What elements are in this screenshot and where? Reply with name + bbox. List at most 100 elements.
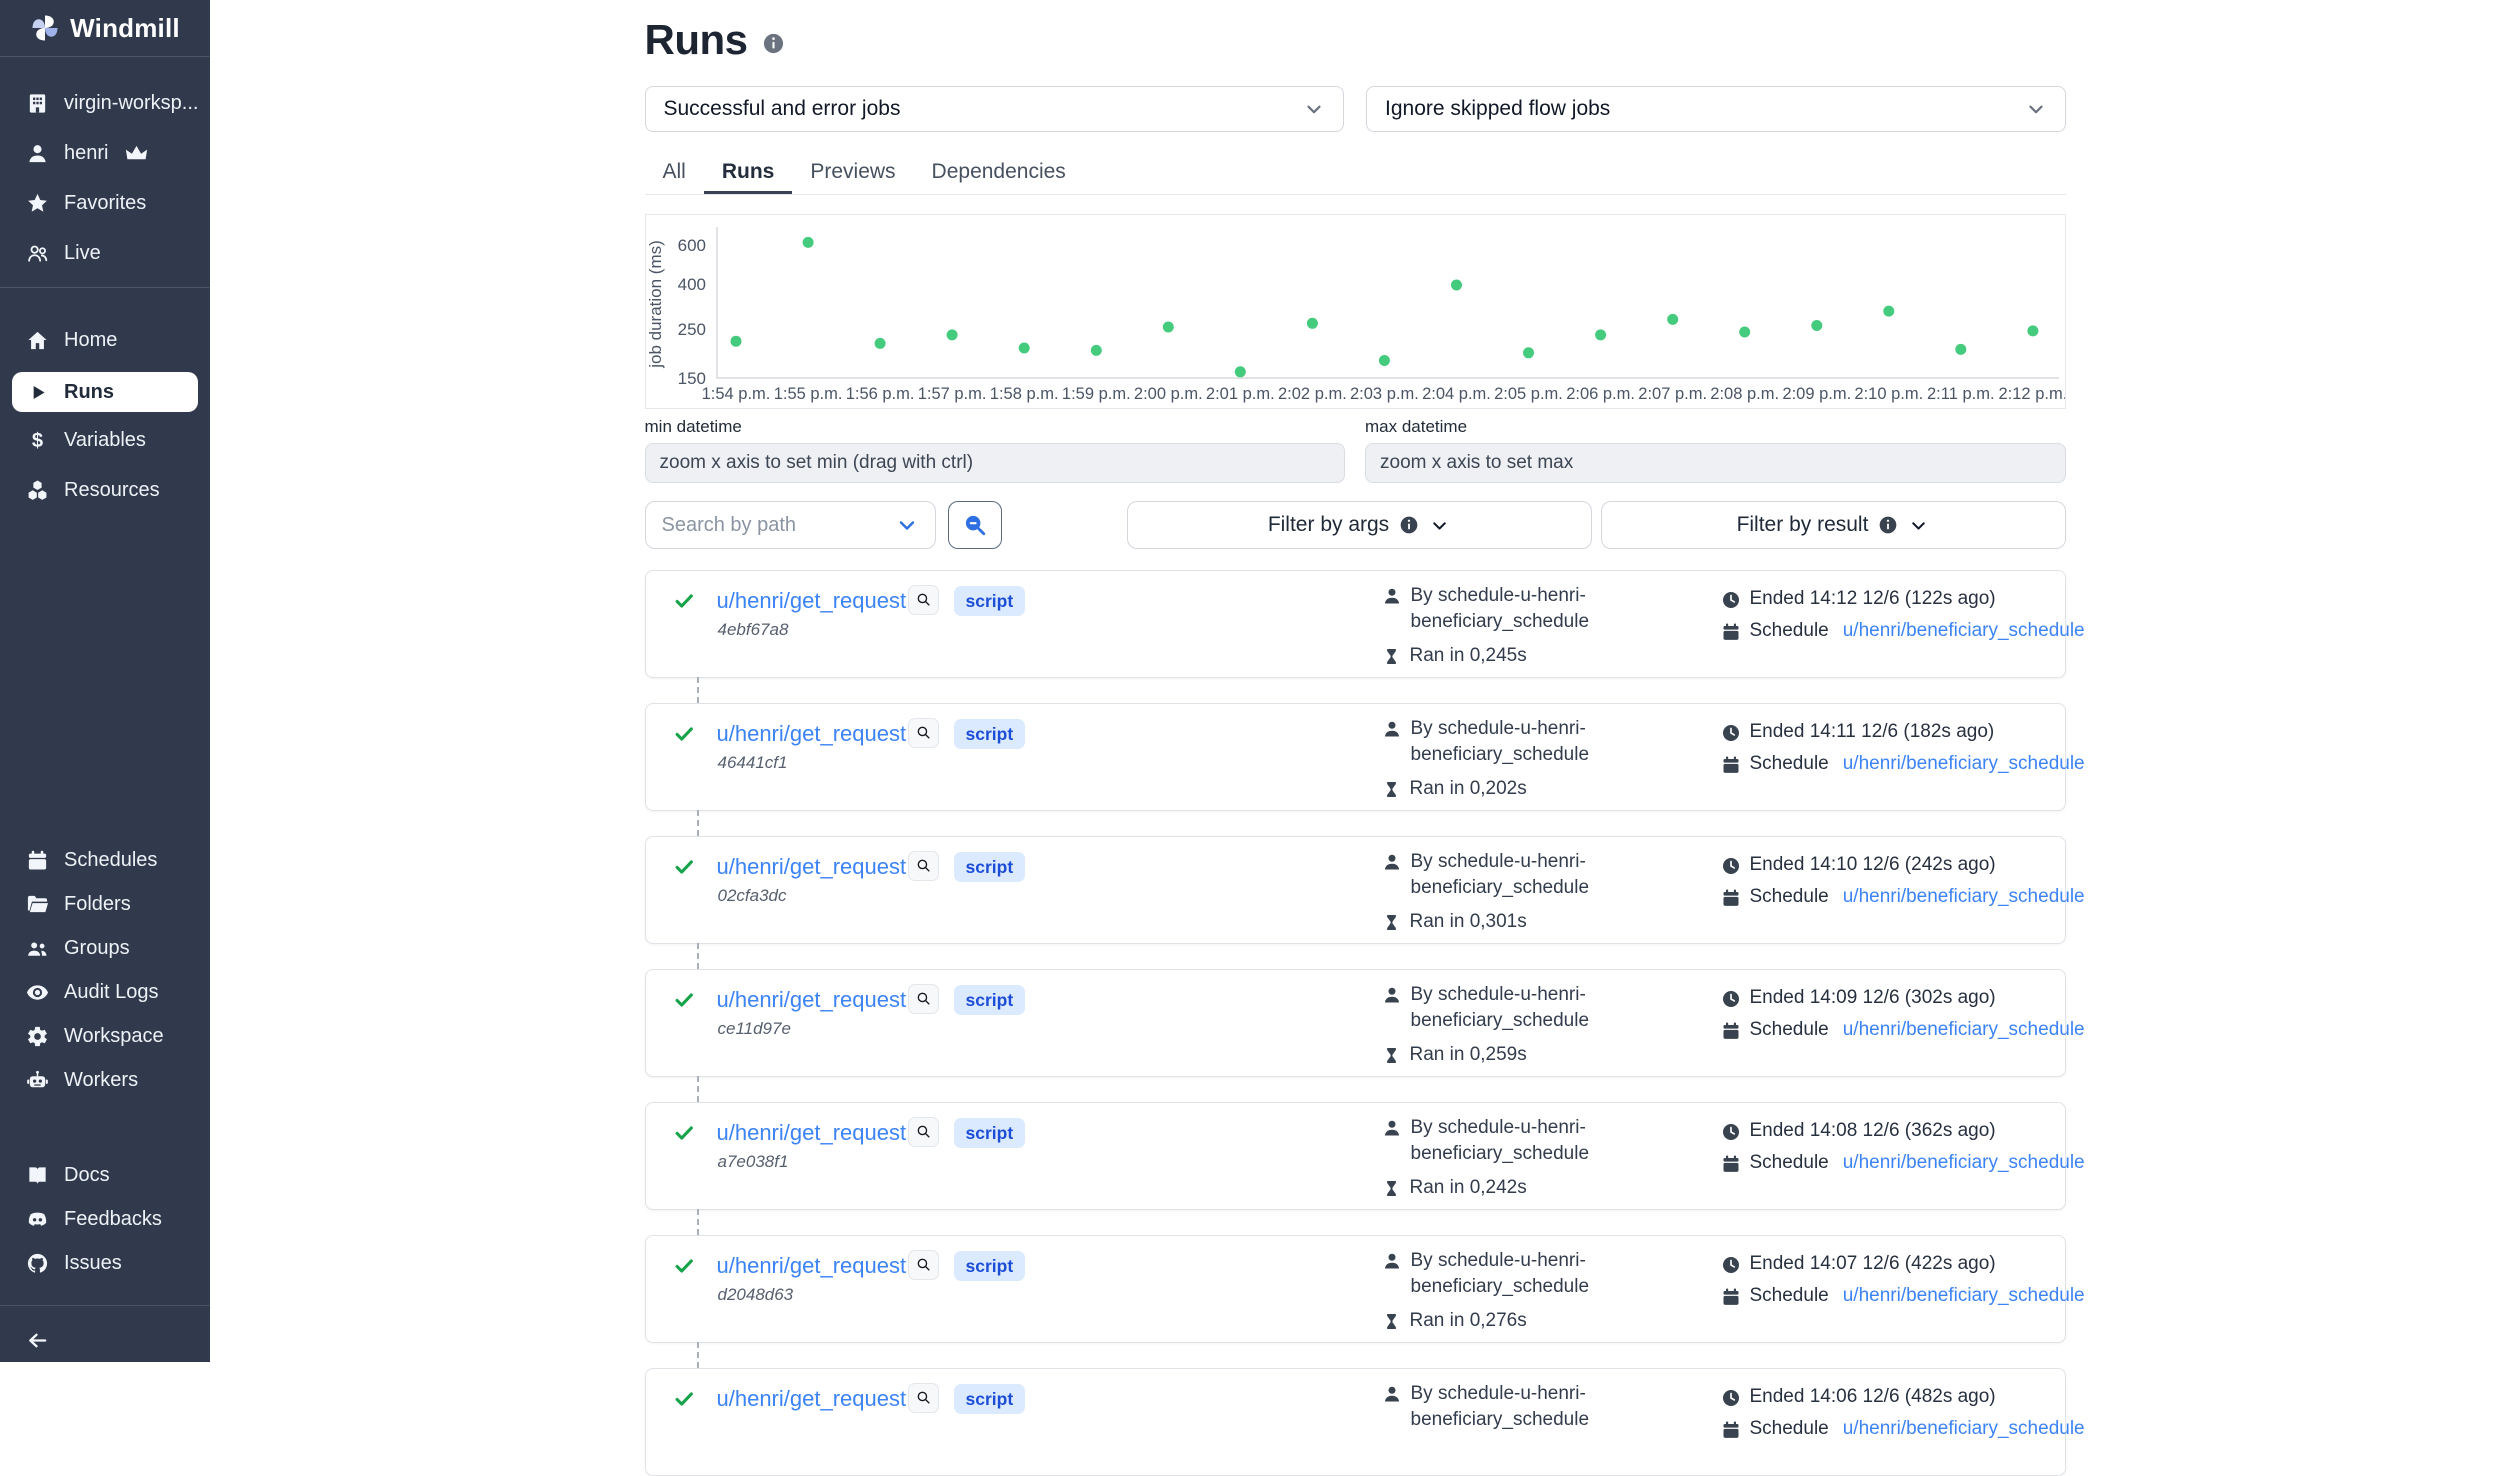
sidebar-item-label: Workspace	[64, 1025, 164, 1048]
run-inspect-button[interactable]	[908, 984, 939, 1014]
chart-x-tick: 1:54 p.m.	[701, 385, 770, 403]
job-duration-chart[interactable]: job duration (ms)1502504006001:54 p.m.1:…	[645, 214, 2066, 409]
chart-point[interactable]	[802, 237, 813, 248]
sidebar-item-runs[interactable]: Runs	[12, 372, 198, 412]
chart-point[interactable]	[1523, 347, 1534, 358]
chart-x-tick: 2:04 p.m.	[1422, 385, 1491, 403]
chart-point[interactable]	[1451, 280, 1462, 291]
run-duration-text: Ran in 0,202s	[1410, 778, 1527, 800]
sidebar-item-live[interactable]: Live	[0, 231, 210, 275]
job-status-select[interactable]: Successful and error jobs	[645, 86, 1345, 132]
sidebar-item-favorites[interactable]: Favorites	[0, 181, 210, 225]
sidebar-item-groups[interactable]: Groups	[0, 926, 210, 970]
filter-by-result-button[interactable]: Filter by result	[1601, 501, 2066, 549]
filter-by-args-button[interactable]: Filter by args	[1127, 501, 1592, 549]
run-inspect-button[interactable]	[908, 851, 939, 881]
run-card: u/henri/get_requestscript4ebf67a8By sche…	[645, 570, 2066, 678]
run-path-link[interactable]: u/henri/get_request	[717, 721, 907, 747]
run-inspect-button[interactable]	[908, 1250, 939, 1280]
clock-icon	[1721, 989, 1741, 1009]
tab-dependencies[interactable]: Dependencies	[914, 154, 1084, 194]
run-path-link[interactable]: u/henri/get_request	[717, 1120, 907, 1146]
windmill-logo[interactable]: Windmill	[0, 0, 210, 57]
run-schedule-link[interactable]: u/henri/beneficiary_schedule	[1843, 619, 2085, 643]
run-ended-text: Ended 14:08 12/6 (362s ago)	[1750, 1119, 1996, 1143]
home-icon	[26, 329, 49, 352]
sidebar-item-feedbacks[interactable]: Feedbacks	[0, 1197, 210, 1241]
chart-point[interactable]	[1667, 314, 1678, 325]
main-area: Runs Successful and error jobs Ignore sk…	[210, 0, 2500, 1362]
run-trigger-info: By schedule-u-henri- beneficiary_schedul…	[1382, 583, 1642, 635]
chart-x-tick: 1:55 p.m.	[773, 385, 842, 403]
run-path-link[interactable]: u/henri/get_request	[717, 1253, 907, 1279]
calendar-icon	[1721, 1287, 1741, 1307]
run-schedule-link[interactable]: u/henri/beneficiary_schedule	[1843, 885, 2085, 909]
run-timeline-connector	[697, 1076, 699, 1102]
run-path-link[interactable]: u/henri/get_request	[717, 987, 907, 1013]
group-icon	[26, 937, 49, 960]
chart-point[interactable]	[730, 336, 741, 347]
tab-previews[interactable]: Previews	[792, 154, 913, 194]
skipped-flows-select[interactable]: Ignore skipped flow jobs	[1366, 86, 2066, 132]
user-icon	[1382, 852, 1402, 872]
chart-point[interactable]	[1306, 318, 1317, 329]
sidebar-divider	[0, 1305, 210, 1306]
run-timing-info: Ended 14:07 12/6 (422s ago)Scheduleu/hen…	[1721, 1252, 2085, 1308]
clock-icon	[1721, 723, 1741, 743]
info-icon	[1399, 515, 1419, 535]
min-datetime-input[interactable]	[645, 443, 1346, 483]
chart-point[interactable]	[1955, 344, 1966, 355]
zoom-out-search-button[interactable]	[948, 501, 1002, 549]
user-icon	[1382, 1251, 1402, 1271]
info-icon[interactable]	[762, 32, 785, 55]
chart-point[interactable]	[1595, 329, 1606, 340]
sidebar-item-schedules[interactable]: Schedules	[0, 838, 210, 882]
run-card: u/henri/get_requestscript02cfa3dcBy sche…	[645, 836, 2066, 944]
chart-point[interactable]	[1739, 327, 1750, 338]
chart-point[interactable]	[1018, 343, 1029, 354]
chart-x-tick: 1:58 p.m.	[989, 385, 1058, 403]
chart-point[interactable]	[1234, 366, 1245, 377]
chart-point[interactable]	[1162, 322, 1173, 333]
tab-runs[interactable]: Runs	[704, 154, 793, 194]
chart-point[interactable]	[1811, 320, 1822, 331]
chart-point[interactable]	[1378, 355, 1389, 366]
sidebar-item-folders[interactable]: Folders	[0, 882, 210, 926]
sidebar-item-home[interactable]: Home	[0, 318, 210, 362]
sidebar-item-virgin-worksp[interactable]: virgin-worksp...	[0, 81, 210, 125]
run-path-link[interactable]: u/henri/get_request	[717, 588, 907, 614]
run-inspect-button[interactable]	[908, 1117, 939, 1147]
run-path-link[interactable]: u/henri/get_request	[717, 1386, 907, 1412]
run-inspect-button[interactable]	[908, 1383, 939, 1413]
sidebar-item-henri[interactable]: henri	[0, 131, 210, 175]
check-icon	[673, 590, 695, 612]
calendar-icon	[1721, 1154, 1741, 1174]
run-schedule-link[interactable]: u/henri/beneficiary_schedule	[1843, 1284, 2085, 1308]
sidebar-item-issues[interactable]: Issues	[0, 1241, 210, 1285]
sidebar-item-variables[interactable]: $Variables	[0, 418, 210, 462]
run-schedule-link[interactable]: u/henri/beneficiary_schedule	[1843, 1018, 2085, 1042]
run-path-link[interactable]: u/henri/get_request	[717, 854, 907, 880]
chart-point[interactable]	[946, 329, 957, 340]
sidebar-collapse-button[interactable]	[0, 1318, 210, 1362]
sidebar-item-docs[interactable]: Docs	[0, 1153, 210, 1197]
search-by-path-select[interactable]: Search by path	[645, 501, 936, 549]
run-trigger-info: By schedule-u-henri- beneficiary_schedul…	[1382, 1381, 1642, 1433]
tab-all[interactable]: All	[645, 154, 704, 194]
sidebar-item-audit-logs[interactable]: Audit Logs	[0, 970, 210, 1014]
run-schedule-link[interactable]: u/henri/beneficiary_schedule	[1843, 1151, 2085, 1175]
chart-point[interactable]	[1883, 306, 1894, 317]
sidebar-item-resources[interactable]: Resources	[0, 468, 210, 512]
chart-point[interactable]	[2027, 325, 2038, 336]
chart-point[interactable]	[1090, 345, 1101, 356]
run-inspect-button[interactable]	[908, 585, 939, 615]
run-inspect-button[interactable]	[908, 718, 939, 748]
user-icon	[1382, 985, 1402, 1005]
sidebar-item-workers[interactable]: Workers	[0, 1058, 210, 1102]
run-schedule-link[interactable]: u/henri/beneficiary_schedule	[1843, 752, 2085, 776]
max-datetime-input[interactable]	[1365, 443, 2066, 483]
user-icon	[26, 142, 49, 165]
sidebar-item-workspace[interactable]: Workspace	[0, 1014, 210, 1058]
run-schedule-link[interactable]: u/henri/beneficiary_schedule	[1843, 1417, 2085, 1441]
chart-point[interactable]	[874, 338, 885, 349]
